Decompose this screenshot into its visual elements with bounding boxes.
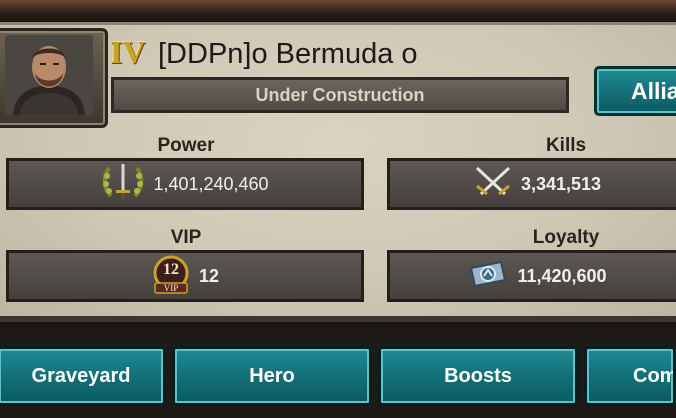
alliance-button[interactable]: Allia xyxy=(594,66,676,116)
loyalty-stat-box: 11,420,600 xyxy=(387,250,676,302)
rank-numeral: IV xyxy=(110,34,146,70)
player-name: [DDPn]o Bermuda o xyxy=(158,38,418,70)
avatar-portrait-image xyxy=(5,35,93,115)
power-laurel-sword-icon xyxy=(101,162,145,207)
graveyard-button[interactable]: Graveyard xyxy=(0,346,166,406)
hero-button[interactable]: Hero xyxy=(172,346,372,406)
boosts-button-label: Boosts xyxy=(444,364,512,387)
kills-stat-box: 3,341,513 xyxy=(387,158,676,210)
player-title-box: Under Construction xyxy=(111,77,569,113)
power-label: Power xyxy=(157,135,215,156)
top-frame-bar xyxy=(0,0,676,24)
hero-button-label: Hero xyxy=(249,364,295,387)
crossed-swords-icon xyxy=(473,164,513,205)
graveyard-button-label: Graveyard xyxy=(31,364,131,387)
power-value: 1,401,240,460 xyxy=(153,173,269,194)
vip-stat-box[interactable]: 12 VIP 12 xyxy=(6,250,364,302)
player-title-text: Under Construction xyxy=(255,84,425,105)
loyalty-token-icon xyxy=(467,258,509,295)
vip-label: VIP xyxy=(170,227,202,248)
alliance-button-label: Allia xyxy=(631,77,676,104)
com-button[interactable]: Com xyxy=(584,346,676,406)
kills-value: 3,341,513 xyxy=(520,173,602,194)
loyalty-label: Loyalty xyxy=(532,227,600,248)
com-button-label: Com xyxy=(633,364,676,387)
vip-badge-text: VIP xyxy=(163,283,179,293)
avatar xyxy=(5,35,93,115)
kills-label: Kills xyxy=(545,135,587,156)
vip-badge-icon: 12 VIP xyxy=(151,255,191,297)
hero-portrait-frame[interactable] xyxy=(0,28,108,128)
vip-value: 12 xyxy=(198,265,220,286)
power-stat-box: 1,401,240,460 xyxy=(6,158,364,210)
boosts-button[interactable]: Boosts xyxy=(378,346,578,406)
vip-badge-level: 12 xyxy=(162,261,179,278)
loyalty-value: 11,420,600 xyxy=(517,265,607,286)
